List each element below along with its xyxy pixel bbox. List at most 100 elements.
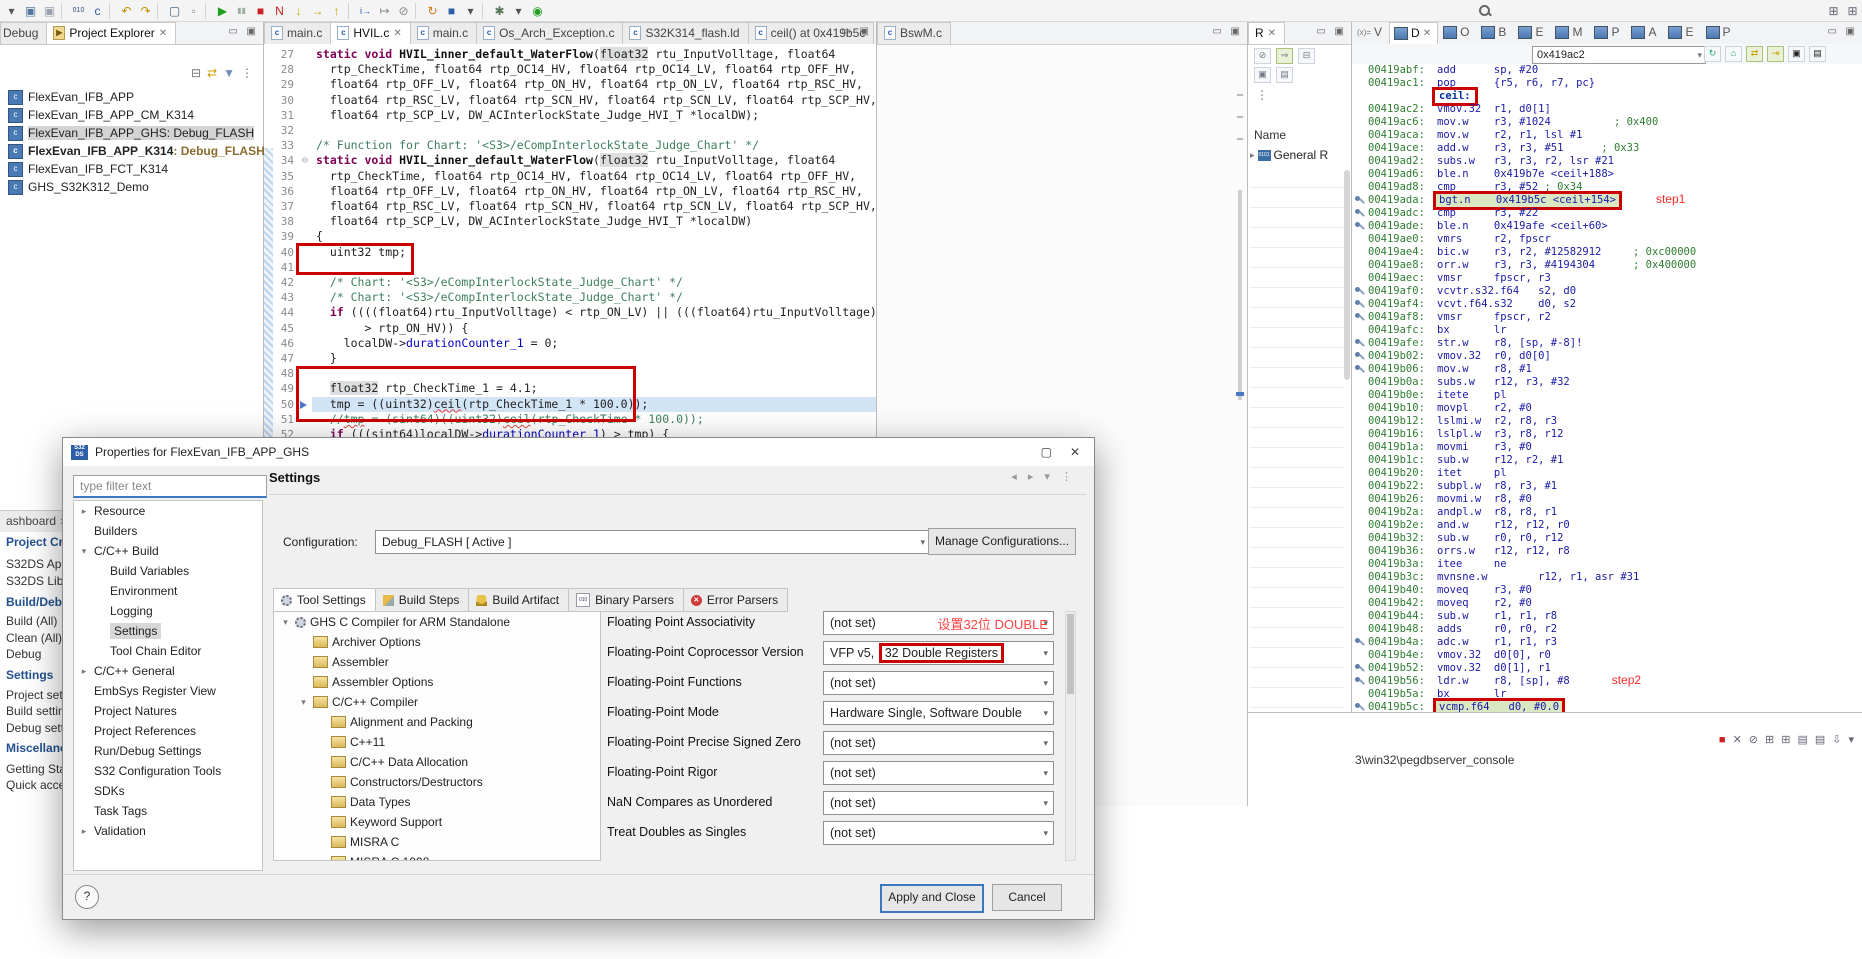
terminal-icon[interactable]: ▢ (165, 2, 184, 20)
code-line[interactable]: 36 float64 rtp_OFF_LV, float64 rtp_ON_HV… (264, 184, 876, 199)
undo-icon[interactable]: ↶ (117, 2, 136, 20)
dialog-tree-item[interactable]: ▸Validation (74, 821, 262, 841)
dashboard-entry[interactable]: S32DS App (6, 557, 68, 571)
close-icon[interactable]: ✕ (393, 28, 401, 39)
tool-tree-item[interactable]: Constructors/Destructors (274, 772, 600, 792)
tab-project-explorer[interactable]: ▶Project Explorer✕ (46, 22, 176, 44)
code-line[interactable]: 44 if ((((float64)rtu_InputVolltage) < r… (264, 305, 876, 320)
minimize-maximize-icons[interactable]: ▭ ▣ (1212, 26, 1243, 37)
asm-row[interactable]: 00419b52:vmov.32 d0[1], r1 (1352, 662, 1862, 675)
asm-row[interactable]: 00419ae0:vmrs r2, fpscr (1352, 233, 1862, 246)
flash-device-icon[interactable]: ■ (442, 2, 461, 20)
asm-row[interactable]: 00419b48:adds r0, r0, r2 (1352, 623, 1862, 636)
asm-row[interactable]: 00419adc:cmp r3, #22 (1352, 207, 1862, 220)
view-menu-icon[interactable]: ⋮ (1256, 88, 1268, 102)
asm-row[interactable]: 00419ac2:vmov.32 r1, d0[1] (1352, 103, 1862, 116)
tab-debug[interactable]: Debug (0, 22, 47, 44)
asm-row[interactable]: 00419b3c:mvnsne.w r12, r1, asr #31 (1352, 571, 1862, 584)
dialog-tree-item[interactable]: SDKs (74, 781, 262, 801)
asm-row[interactable]: 00419afe:str.w r8, [sp, #-8]! (1352, 337, 1862, 350)
debug-config-icon[interactable]: ✱ (490, 2, 509, 20)
console-icon-0[interactable]: ■ (1719, 734, 1726, 746)
code-line[interactable]: 37 float64 rtp_RSC_LV, float64 rtp_SCN_H… (264, 199, 876, 214)
cancel-button[interactable]: Cancel (992, 884, 1062, 911)
sync-icon[interactable]: ⇄ (1746, 46, 1763, 62)
fp-option-combo[interactable]: (not set)▾ (823, 791, 1054, 815)
asm-row[interactable]: 00419b02:vmov.32 r0, d0[0] (1352, 350, 1862, 363)
dashboard-entry[interactable]: Clean (All) (6, 631, 62, 645)
dialog-tree-item[interactable]: Task Tags (74, 801, 262, 821)
asm-row[interactable]: 00419b0a:subs.w r12, r3, #32 (1352, 376, 1862, 389)
asm-row[interactable]: 00419ad6:ble.n 0x419b7e <ceil+188> (1352, 168, 1862, 181)
tab-a[interactable]: A (1626, 21, 1663, 44)
project-tree-item[interactable]: cFlexEvan_IFB_APP_GHS: Debug_FLASH (0, 124, 263, 142)
tab-b[interactable]: B (1476, 21, 1513, 44)
new-register-group-icon[interactable]: ▣ (1254, 67, 1271, 83)
code-line[interactable]: 47 } (264, 351, 876, 366)
tab-os-arch-exception-c[interactable]: cOs_Arch_Exception.c (476, 22, 623, 44)
dialog-tree-item[interactable]: Run/Debug Settings (74, 741, 262, 761)
minimize-maximize-icons[interactable]: ▭ ▣ (1827, 26, 1858, 37)
asm-row[interactable]: 00419abf:add sp, #20 (1352, 64, 1862, 77)
dialog-tree-item[interactable]: EmbSys Register View (74, 681, 262, 701)
dialog-tree-item[interactable]: S32 Configuration Tools (74, 761, 262, 781)
asm-row[interactable]: 00419ade:ble.n 0x419afe <ceil+60> (1352, 220, 1862, 233)
view-menu-icon[interactable]: ⋮ (241, 66, 253, 86)
code-line[interactable]: 30 float64 rtp_RSC_LV, float64 rtp_SCN_H… (264, 93, 876, 108)
console-icon-7[interactable]: ⇩ (1832, 733, 1841, 746)
close-icon[interactable]: ✕ (1070, 445, 1080, 459)
open-perspective-icon[interactable]: ⊞ (1824, 2, 1843, 20)
tab-m[interactable]: M (1550, 21, 1589, 44)
project-tree-item[interactable]: cFlexEvan_IFB_APP_K314: Debug_FLASH (0, 142, 263, 160)
disassembly-listing[interactable]: 00419abf:add sp, #2000419ac1:pop {r5, r6… (1352, 64, 1862, 714)
asm-row[interactable]: 00419b4e:vmov.32 d0[0], r0 (1352, 649, 1862, 662)
tab-registers[interactable]: R✕ (1248, 22, 1285, 44)
save-all-icon[interactable]: ▣ (40, 2, 59, 20)
collapse-all-icon[interactable]: ⊟ (191, 66, 201, 86)
tool-tree-item[interactable]: Keyword Support (274, 812, 600, 832)
code-line[interactable]: 38 float64 rtp_SCP_LV, DW_ACInterlockSta… (264, 214, 876, 229)
dialog-tree-item[interactable]: Environment (74, 581, 262, 601)
chevron-right-icon[interactable]: ▸ (78, 826, 90, 837)
asm-row[interactable]: 00419af8:vmsr fpscr, r2 (1352, 311, 1862, 324)
tool-tree-item[interactable]: Assembler Options (274, 672, 600, 692)
terminate-relaunch-icon[interactable]: N (270, 2, 289, 20)
dashboard-entry[interactable]: Quick acce (6, 778, 65, 792)
dashboard-entry[interactable]: S32DS Libr (6, 574, 67, 588)
chevron-down-icon[interactable]: ▾ (280, 617, 291, 628)
filter-icon[interactable]: ▼ (223, 66, 235, 86)
asm-row[interactable]: 00419b42:moveq r2, #0 (1352, 597, 1862, 610)
chevron-right-icon[interactable]: ▸ (78, 506, 90, 517)
asm-row[interactable]: 00419b32:sub.w r0, r0, r12 (1352, 532, 1862, 545)
dialog-tree-item[interactable]: Builders (74, 521, 262, 541)
tool-tree-item[interactable]: C++11 (274, 732, 600, 752)
tab-p[interactable]: P (1589, 21, 1626, 44)
c-file-icon[interactable]: c (88, 2, 107, 20)
configuration-combo[interactable]: Debug_FLASH [ Active ]▾ (375, 530, 931, 554)
step-return-icon[interactable]: ↑ (327, 2, 346, 20)
dialog-tree-item[interactable]: ▸C/C++ General (74, 661, 262, 681)
asm-row[interactable]: 00419ae4:bic.w r3, r2, #12582912 ; 0xc00… (1352, 246, 1862, 259)
code-line[interactable]: 32 (264, 123, 876, 138)
code-line[interactable]: 27static void HVIL_inner_default_WaterFl… (264, 47, 876, 62)
fp-option-combo[interactable]: VFP v5, 32 Double Registers▾ (823, 641, 1054, 665)
minimize-maximize-icons[interactable]: ▭ ▣ (841, 26, 872, 37)
dashboard-entry[interactable]: Build settin (6, 704, 65, 718)
history-nav-icons[interactable]: ◂ ▸ ▾ ⋮ (1011, 470, 1076, 483)
tool-tree-item[interactable]: ▾C/C++ Compiler (274, 692, 600, 712)
marker-icon[interactable]: ▫ (184, 2, 203, 20)
dashboard-entry[interactable]: Debug (6, 647, 41, 661)
dialog-tree-item[interactable]: Build Variables (74, 561, 262, 581)
chevron-down-icon[interactable]: ▾ (78, 546, 90, 557)
dialog-tree-item[interactable]: Settings (74, 621, 262, 641)
asm-row[interactable]: 00419b40:moveq r3, #0 (1352, 584, 1862, 597)
tab-e[interactable]: E (1513, 21, 1550, 44)
asm-row[interactable]: 00419b3a:itee ne (1352, 558, 1862, 571)
tab-main-c[interactable]: cmain.c (264, 22, 331, 44)
close-icon[interactable]: ✕ (159, 28, 167, 39)
dashboard-entry[interactable]: Debug sett (6, 721, 64, 735)
fp-option-combo[interactable]: (not set)▾ (823, 821, 1054, 845)
project-tree-item[interactable]: cFlexEvan_IFB_APP (0, 88, 263, 106)
tab-error-parsers[interactable]: ✕Error Parsers (683, 588, 788, 612)
apply-and-close-button[interactable]: Apply and Close (880, 884, 984, 913)
